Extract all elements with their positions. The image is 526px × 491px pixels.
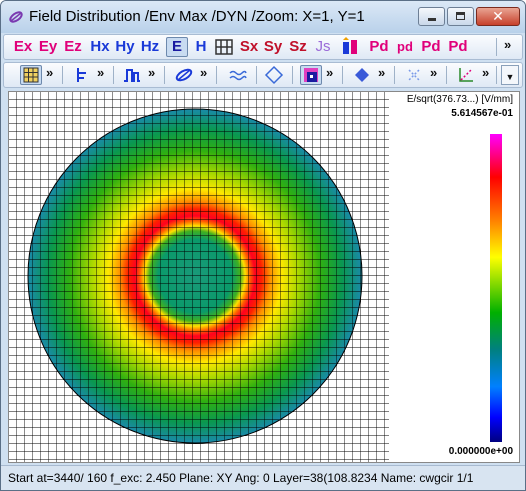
pd-button-3[interactable]: Pd (419, 37, 443, 57)
minimize-icon (428, 18, 436, 21)
field-component-toolbar: Ex Ey Ez Hx Hy Hz E H Sx Sy Sz Js Pd pd … (3, 34, 523, 60)
hy-button-label: Hy (115, 38, 135, 55)
diamond-button[interactable] (352, 65, 372, 85)
axis-icon (77, 68, 86, 82)
render-mode-button[interactable] (300, 65, 322, 85)
maximize-icon (456, 12, 465, 20)
rotate-button[interactable] (264, 65, 284, 85)
hx-button[interactable]: Hx (88, 37, 112, 57)
axes-icon (459, 68, 473, 82)
shape-button[interactable] (174, 65, 194, 85)
e-button-label: E (171, 38, 182, 55)
status-bar: Start at=3440/ 160 f_exc: 2.450 Plane: X… (1, 465, 525, 490)
hz-button-label: Hz (140, 38, 160, 55)
toolbar-separator (216, 66, 217, 84)
dropdown-arrow-icon: ▼ (505, 72, 515, 82)
toolbar-separator (496, 66, 497, 84)
pd-button-2-label: pd (397, 39, 413, 54)
ez-button[interactable]: Ez (62, 37, 84, 57)
ey-button[interactable]: Ey (37, 37, 59, 57)
render-more-button[interactable]: » (326, 65, 333, 80)
ex-button[interactable]: Ex (12, 37, 34, 57)
pulse-more-button[interactable]: » (148, 65, 155, 80)
grid-icon (23, 67, 39, 83)
window-title: Field Distribution /Env Max /DYN /Zoom: … (29, 8, 365, 25)
wave-button[interactable] (228, 65, 248, 85)
axis-more-button[interactable]: » (97, 65, 104, 80)
close-button[interactable]: ✕ (476, 7, 520, 26)
legend-max-value: 5.614567e-01 (451, 108, 513, 119)
sy-button[interactable]: Sy (262, 37, 284, 57)
app-icon (9, 11, 23, 23)
pulse-button[interactable] (122, 65, 142, 85)
toolbar2-more-button[interactable]: » (482, 65, 489, 80)
axis-button[interactable] (72, 65, 92, 85)
minimize-button[interactable] (418, 7, 445, 26)
sx-button[interactable]: Sx (238, 37, 260, 57)
field-distribution-window: Field Distribution /Env Max /DYN /Zoom: … (0, 0, 526, 491)
toolbar-separator (446, 66, 447, 84)
pd-button-3-label: Pd (421, 38, 441, 55)
hx-button-label: Hx (90, 38, 110, 55)
toolbar-separator (62, 66, 63, 84)
pd-button-4[interactable]: Pd (446, 37, 470, 57)
pd-button-1[interactable]: Pd (368, 37, 390, 57)
toolbar-separator (164, 66, 165, 84)
pd-button-1-label: Pd (369, 38, 389, 55)
scatter-button[interactable] (404, 65, 424, 85)
sy-button-label: Sy (263, 38, 283, 55)
grid-toggle-button[interactable] (20, 65, 42, 85)
sx-button-label: Sx (239, 38, 259, 55)
scatter-icon (408, 69, 420, 81)
eh-icon (215, 39, 233, 55)
diamond-icon (355, 68, 369, 82)
shape-icon (175, 68, 193, 82)
close-icon: ✕ (492, 8, 504, 24)
toolbar-separator (496, 38, 497, 56)
toolbar-dropdown-button[interactable]: ▼ (501, 65, 519, 85)
eh-button[interactable] (214, 37, 234, 57)
hy-button[interactable]: Hy (113, 37, 137, 57)
pd-button-4-label: Pd (448, 38, 468, 55)
legend-min-value: 0.000000e+00 (448, 446, 513, 457)
pulse-icon (124, 69, 140, 82)
power-icon (343, 37, 357, 54)
js-button[interactable]: Js (312, 37, 334, 57)
js-button-label: Js (315, 38, 331, 55)
field-distribution-plot[interactable] (9, 92, 389, 462)
status-text: Start at=3440/ 160 f_exc: 2.450 Plane: X… (8, 471, 474, 485)
toolbar-separator (256, 66, 257, 84)
toolbar-separator (292, 66, 293, 84)
pd-button-2[interactable]: pd (394, 37, 416, 57)
hz-button[interactable]: Hz (138, 37, 162, 57)
e-button[interactable]: E (166, 37, 188, 57)
title-bar[interactable]: Field Distribution /Env Max /DYN /Zoom: … (1, 1, 525, 33)
grid-more-button[interactable]: » (46, 65, 53, 80)
toolbar-separator (113, 66, 114, 84)
axes-button[interactable] (456, 65, 476, 85)
toolbar1-more-button[interactable]: » (504, 37, 511, 52)
ey-button-label: Ey (38, 38, 58, 55)
h-button[interactable]: H (192, 37, 210, 57)
h-button-label: H (195, 38, 207, 55)
diamond-outline-icon (264, 65, 284, 85)
color-scale-bar (490, 134, 502, 442)
shape-more-button[interactable]: » (200, 65, 207, 80)
render-mode-icon (304, 68, 318, 82)
scatter-more-button[interactable]: » (430, 65, 437, 80)
toolbar-separator (394, 66, 395, 84)
sz-button[interactable]: Sz (287, 37, 309, 57)
ex-button-label: Ex (13, 38, 33, 55)
field-plot-area[interactable]: E/sqrt(376.73...) [V/mm] 5.614567e-01 0.… (8, 91, 520, 463)
maximize-button[interactable] (447, 7, 474, 26)
sz-button-label: Sz (289, 38, 307, 55)
diamond-more-button[interactable]: » (378, 65, 385, 80)
wave-icon (229, 70, 247, 81)
power-button[interactable] (340, 37, 360, 57)
view-toolbar: » » » » » » » » ▼ (3, 62, 523, 88)
toolbar-separator (342, 66, 343, 84)
ez-button-label: Ez (64, 38, 82, 55)
legend-title: E/sqrt(376.73...) [V/mm] (406, 94, 513, 105)
